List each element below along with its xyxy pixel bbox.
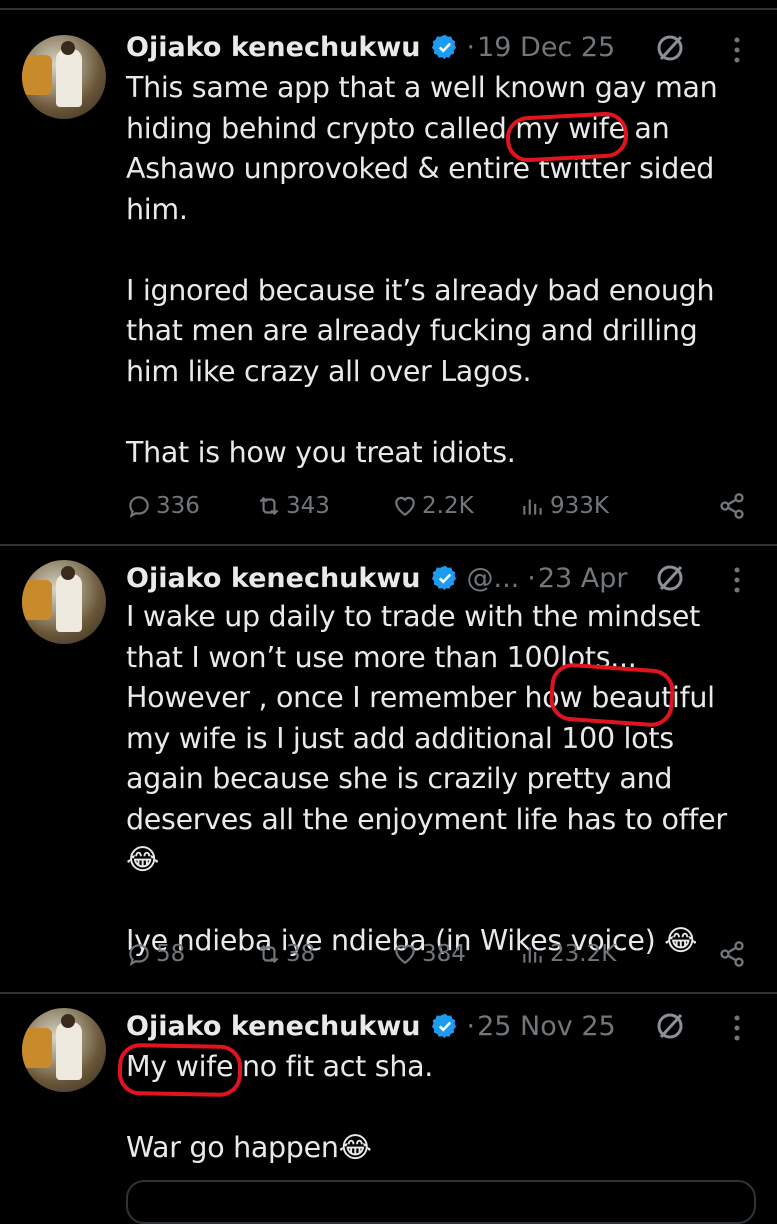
red-annotation-circle xyxy=(117,1042,243,1098)
heart-icon xyxy=(395,944,415,964)
repost-icon xyxy=(259,496,279,516)
repost-count: 38 xyxy=(286,941,316,967)
avatar[interactable] xyxy=(22,35,106,119)
author-handle[interactable]: @... xyxy=(467,563,520,594)
tweet-actions: 58 38 384 23.2K xyxy=(126,936,746,972)
author-name[interactable]: Ojiako kenechukwu xyxy=(126,563,421,594)
reply-button[interactable]: 58 xyxy=(126,936,185,972)
separator-dot: · xyxy=(466,1010,476,1042)
tweet-3[interactable]: Ojiako kenechukwu · 25 Nov 25 My wife no… xyxy=(0,994,777,1200)
tweet-date[interactable]: 19 Dec 25 xyxy=(477,32,615,63)
grok-icon[interactable] xyxy=(655,1011,685,1041)
like-button[interactable]: 384 xyxy=(392,936,466,972)
quoted-card[interactable] xyxy=(126,1180,756,1224)
views-count: 23.2K xyxy=(550,941,617,967)
repost-icon xyxy=(259,944,279,964)
reply-button[interactable]: 336 xyxy=(126,488,200,524)
author-name[interactable]: Ojiako kenechukwu xyxy=(126,1011,421,1042)
like-count: 384 xyxy=(422,941,466,967)
like-button[interactable]: 2.2K xyxy=(392,488,474,524)
tweet-header: Ojiako kenechukwu @... · 23 Apr xyxy=(126,558,628,598)
more-dots-icon[interactable] xyxy=(733,1014,741,1042)
separator-dot: · xyxy=(466,31,476,63)
tweet-2[interactable]: Ojiako kenechukwu @... · 23 Apr I wake u… xyxy=(0,546,777,992)
grok-icon[interactable] xyxy=(655,33,685,63)
views-button[interactable]: 933K xyxy=(520,488,609,524)
views-button[interactable]: 23.2K xyxy=(520,936,616,972)
more-dots-icon[interactable] xyxy=(733,36,741,64)
tweet-header: Ojiako kenechukwu · 25 Nov 25 xyxy=(126,1006,616,1046)
author-name[interactable]: Ojiako kenechukwu xyxy=(126,32,421,63)
avatar[interactable] xyxy=(22,1008,106,1092)
verified-badge-icon xyxy=(431,1013,456,1039)
tweet-actions: 336 343 2.2K 933K xyxy=(126,488,746,524)
reply-icon xyxy=(129,496,149,519)
views-icon xyxy=(523,499,542,515)
views-icon xyxy=(523,947,542,963)
tweet-text: This same app that a well known gay man … xyxy=(126,71,718,469)
like-count: 2.2K xyxy=(422,493,474,519)
share-icon[interactable] xyxy=(718,940,746,968)
tweet-date[interactable]: 25 Nov 25 xyxy=(477,1011,616,1042)
tweet-1[interactable]: Ojiako kenechukwu · 19 Dec 25 This same … xyxy=(0,0,777,545)
avatar[interactable] xyxy=(22,560,106,644)
repost-button[interactable]: 38 xyxy=(256,936,315,972)
grok-icon[interactable] xyxy=(655,563,685,593)
repost-button[interactable]: 343 xyxy=(256,488,330,524)
share-icon[interactable] xyxy=(718,492,746,520)
views-count: 933K xyxy=(550,493,609,519)
tweet-date[interactable]: 23 Apr xyxy=(538,563,628,594)
red-annotation-circle xyxy=(504,110,630,164)
more-dots-icon[interactable] xyxy=(733,566,741,594)
repost-count: 343 xyxy=(286,493,330,519)
reply-count: 58 xyxy=(156,941,186,967)
tweet-text: I wake up daily to trade with the mindse… xyxy=(126,600,727,957)
reply-count: 336 xyxy=(156,493,200,519)
reply-icon xyxy=(129,944,149,967)
tweet-header: Ojiako kenechukwu · 19 Dec 25 xyxy=(126,27,615,67)
red-annotation-circle xyxy=(548,661,676,729)
heart-icon xyxy=(395,496,415,516)
verified-badge-icon xyxy=(431,34,456,60)
verified-badge-icon xyxy=(431,565,456,591)
separator-dot: · xyxy=(527,562,536,594)
